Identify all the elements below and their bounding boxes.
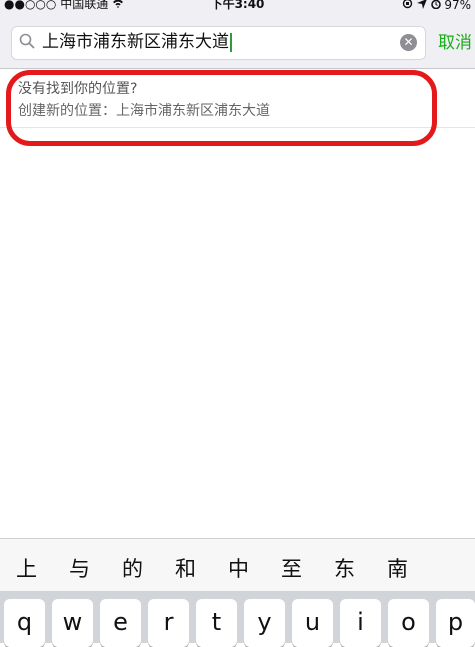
search-icon [19,33,35,53]
suggestion-candidate[interactable]: 与 [69,553,90,583]
key-p[interactable]: p [436,599,475,647]
text-cursor [230,32,232,52]
cancel-button[interactable]: 取消 [438,28,472,53]
alarm-icon [430,0,445,12]
suggestion-candidate[interactable]: 上 [16,553,37,583]
key-r[interactable]: r [148,599,189,647]
key-t[interactable]: t [196,599,237,647]
status-bar: ●●○○○ 中国联通 下午3:40 97% [0,0,475,14]
suggestion-candidate[interactable]: 南 [387,553,408,583]
key-q[interactable]: q [4,599,45,647]
suggestion-candidate[interactable]: 和 [175,553,196,583]
key-w[interactable]: w [52,599,93,647]
keyboard: q w e r t y u i o p [0,591,475,647]
search-input-value[interactable]: 上海市浦东新区浦东大道 [42,30,232,54]
key-o[interactable]: o [388,599,429,647]
keyboard-suggestion-bar: 上 与 的 和 中 至 东 南 [0,538,475,591]
search-bar: 上海市浦东新区浦东大道 ✕ 取消 [0,14,475,69]
red-highlight-annotation [6,70,437,146]
location-arrow-icon [416,0,431,12]
clear-search-button[interactable]: ✕ [400,34,417,51]
key-e[interactable]: e [100,599,141,647]
key-u[interactable]: u [292,599,333,647]
key-i[interactable]: i [340,599,381,647]
rotation-lock-icon [402,0,417,12]
key-y[interactable]: y [244,599,285,647]
battery-percent: 97% [444,0,471,12]
suggestion-candidate[interactable]: 至 [281,553,302,583]
suggestion-candidate[interactable]: 的 [122,553,143,583]
search-text: 上海市浦东新区浦东大道 [42,32,229,52]
close-icon: ✕ [403,35,414,49]
suggestion-candidate[interactable]: 东 [334,553,355,583]
status-right: 97% [402,0,471,12]
suggestion-candidate[interactable]: 中 [228,553,249,583]
search-input[interactable]: 上海市浦东新区浦东大道 ✕ [11,26,426,60]
